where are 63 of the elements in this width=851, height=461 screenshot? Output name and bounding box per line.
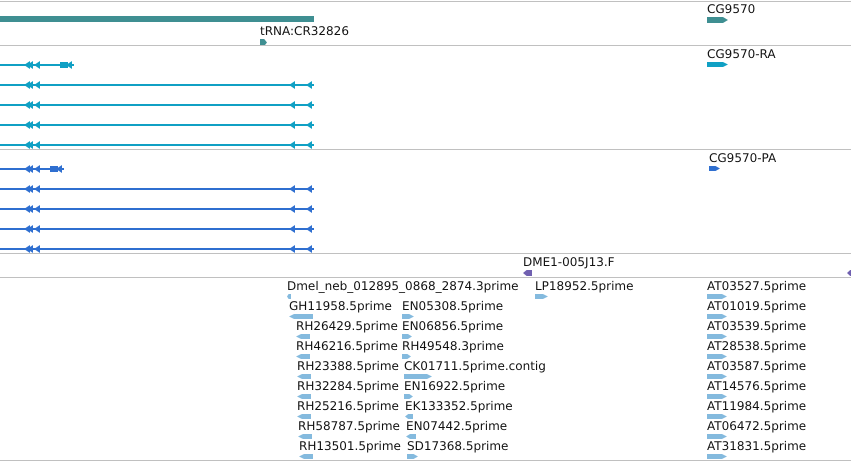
- feature-label: AT28538.5prime: [707, 339, 806, 353]
- feature-glyph-icon: [297, 374, 311, 379]
- feature-label: AT03539.5prime: [707, 319, 806, 333]
- feature-glyph-icon: [707, 334, 727, 339]
- feature-glyph-icon: [707, 17, 728, 23]
- feature-label: EN06856.5prime: [402, 319, 504, 333]
- feature-glyph-icon: [405, 414, 413, 419]
- feature-label: CG9570-PA: [709, 151, 776, 165]
- feature-label: AT03527.5prime: [707, 279, 806, 293]
- feature-glyph-icon: [707, 354, 727, 359]
- feature-glyph-icon: [287, 294, 291, 299]
- feature-label: RH26429.5prime: [296, 319, 398, 333]
- feature-label: DME1-005J13.F: [523, 255, 615, 269]
- feature-glyph-icon: [296, 354, 310, 359]
- feature-label: SD17368.5prime: [407, 439, 508, 453]
- feature-glyph-icon: [299, 454, 313, 459]
- feature-glyph-icon: [404, 374, 432, 379]
- feature-glyph-icon: [707, 434, 727, 439]
- feature-label: tRNA:CR32826: [260, 24, 349, 38]
- feature-label: RH49548.3prime: [402, 339, 504, 353]
- feature-label: EK133352.5prime: [405, 399, 513, 413]
- feature-glyph-icon: [406, 434, 416, 439]
- feature-label: Dmel_neb_012895_0868_2874.3prime: [287, 279, 519, 293]
- feature-label: AT11984.5prime: [707, 399, 806, 413]
- feature-glyph-icon: [298, 434, 312, 439]
- feature-label: EN16922.5prime: [404, 379, 506, 393]
- feature-label: AT06472.5prime: [707, 419, 806, 433]
- feature-glyph-icon: [297, 414, 311, 419]
- feature-label: AT14576.5prime: [707, 379, 806, 393]
- feature-label: EN05308.5prime: [402, 299, 504, 313]
- feature-label: GH11958.5prime: [289, 299, 392, 313]
- feature-label: AT31831.5prime: [707, 439, 806, 453]
- feature-glyph-icon: [709, 166, 720, 171]
- feature-glyph-icon: [707, 454, 727, 459]
- transcript-drawing: [0, 165, 64, 173]
- feature-glyph-icon: [707, 294, 727, 299]
- feature-label: CK01711.5prime.contig: [404, 359, 546, 373]
- feature-label: RH58787.5prime: [298, 419, 400, 433]
- feature-glyph-icon: [296, 334, 310, 339]
- feature-label: RH32284.5prime: [297, 379, 399, 393]
- feature-glyph-icon: [707, 414, 727, 419]
- feature-label: CG9570-RA: [707, 47, 776, 61]
- feature-label: RH23388.5prime: [297, 359, 399, 373]
- feature-label: RH46216.5prime: [296, 339, 398, 353]
- feature-label: LP18952.5prime: [535, 279, 634, 293]
- feature-glyph-icon: [297, 394, 311, 399]
- feature-label: AT01019.5prime: [707, 299, 806, 313]
- feature-glyph-icon: [707, 314, 727, 319]
- feature-glyph-icon: [289, 314, 313, 319]
- feature-label: AT03587.5prime: [707, 359, 806, 373]
- feature-label: EN07442.5prime: [406, 419, 508, 433]
- feature-glyph-icon: [407, 454, 418, 459]
- feature-label: RH13501.5prime: [299, 439, 401, 453]
- feature-glyph-icon: [707, 62, 728, 67]
- feature-glyph-icon: [535, 294, 548, 299]
- feature-glyph-icon: [404, 394, 413, 399]
- feature-label: RH25216.5prime: [297, 399, 399, 413]
- feature-label: CG9570: [707, 2, 756, 16]
- feature-glyph-icon: [402, 334, 412, 339]
- feature-glyph-icon: [707, 394, 727, 399]
- feature-glyph-icon: [402, 354, 411, 359]
- feature-glyph-icon: [402, 314, 414, 319]
- feature-glyph-icon: [707, 374, 727, 379]
